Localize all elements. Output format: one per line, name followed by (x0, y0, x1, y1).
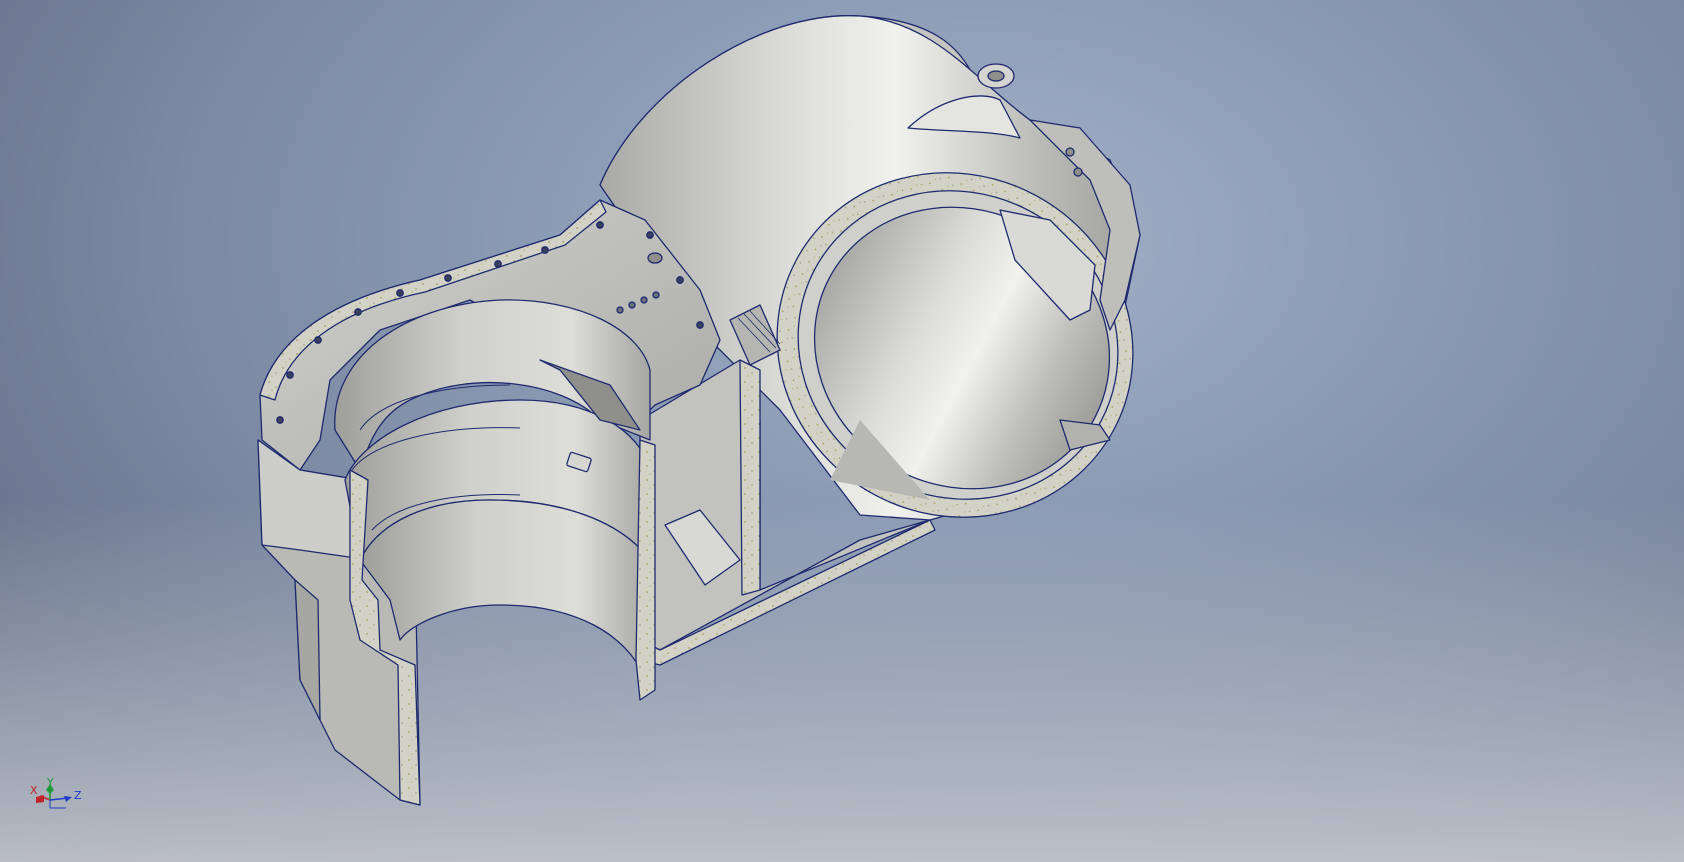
view-triad[interactable]: X Y Z (28, 778, 88, 818)
graphics-viewport[interactable]: X Y Z (0, 0, 1684, 862)
model-housing-section-view[interactable] (0, 0, 1684, 862)
z-axis-cone (64, 796, 72, 802)
z-axis-label: Z (74, 789, 82, 802)
x-axis-label: X (30, 784, 38, 797)
y-axis-label: Y (46, 778, 54, 789)
